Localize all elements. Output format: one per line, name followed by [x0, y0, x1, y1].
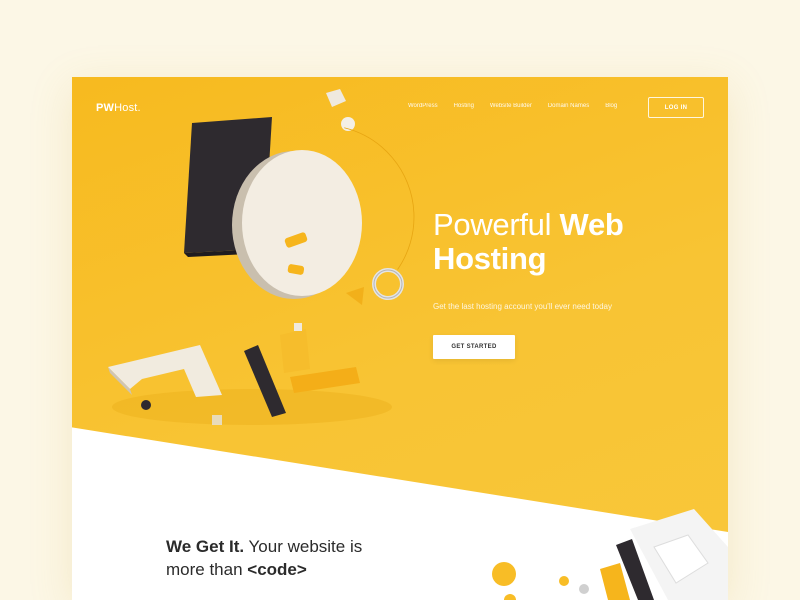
nav-links: WordPress Hosting Website Builder Domain… [408, 103, 617, 109]
yellow-ball-small [559, 576, 569, 586]
brand-logo[interactable]: PWHost. [96, 102, 141, 114]
nav-item-website-builder[interactable]: Website Builder [490, 103, 532, 109]
section-heading-rest: Your website is [248, 537, 363, 556]
small-dark-ball [141, 400, 151, 410]
yellow-wedge-shape [290, 367, 360, 393]
section-heading-bold: We Get It. [166, 537, 245, 556]
login-button[interactable]: LOG IN [648, 97, 704, 118]
nav-item-domain-names[interactable]: Domain Names [548, 103, 589, 109]
chevron-shape [108, 345, 222, 397]
yellow-ball-small [504, 594, 516, 600]
glass-cube-shape [212, 415, 222, 425]
hero-headline: Powerful Web Hosting [433, 208, 624, 276]
section-heading-line2: more than [166, 560, 243, 579]
yellow-pillar-shape [280, 329, 310, 373]
section-heading-code: <code> [247, 560, 307, 579]
headline-light: Powerful [433, 207, 552, 242]
nav-item-wordpress[interactable]: WordPress [408, 103, 438, 109]
silver-ball-shape [579, 584, 589, 594]
shadow [112, 389, 392, 425]
logo-bold-text: PW [96, 102, 115, 114]
section-heading: We Get It. Your website is more than <co… [166, 535, 362, 581]
nav-item-blog[interactable]: Blog [605, 103, 617, 109]
landing-page-frame: PWHost. WordPress Hosting Website Builde… [72, 77, 728, 600]
hero-illustration [108, 89, 728, 600]
nav-item-hosting[interactable]: Hosting [454, 103, 474, 109]
logo-text: Host. [114, 102, 141, 114]
small-cube-shape [294, 323, 302, 331]
headline-bold-hosting: Hosting [433, 241, 547, 276]
get-started-button[interactable]: GET STARTED [433, 335, 515, 359]
headline-bold-web: Web [559, 207, 624, 242]
yellow-ball-shape [492, 562, 516, 586]
top-navigation: PWHost. WordPress Hosting Website Builde… [72, 77, 728, 137]
ring-shape-inner [373, 269, 403, 299]
hero-subline: Get the last hosting account you'll ever… [433, 302, 612, 311]
yellow-triangle-shape [346, 287, 364, 305]
